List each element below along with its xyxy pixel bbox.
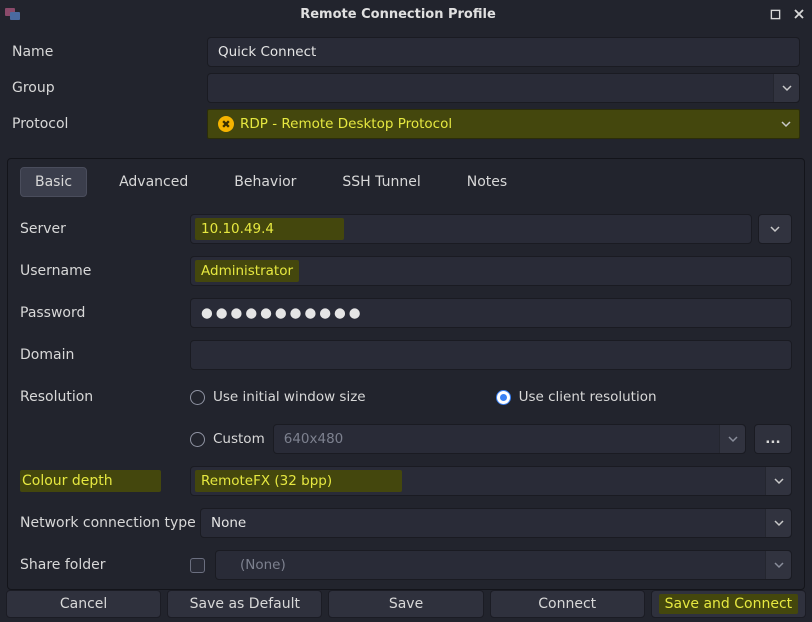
save-button[interactable]: Save bbox=[328, 590, 483, 618]
chevron-down-icon bbox=[765, 509, 791, 537]
share-folder-checkbox[interactable] bbox=[190, 558, 205, 573]
resolution-radio-initial[interactable]: Use initial window size bbox=[190, 389, 366, 405]
colour-depth-value: RemoteFX (32 bpp) bbox=[195, 470, 402, 492]
name-label: Name bbox=[12, 44, 207, 60]
maximize-button[interactable] bbox=[768, 7, 782, 21]
chevron-down-icon bbox=[765, 467, 791, 495]
domain-label: Domain bbox=[20, 347, 190, 363]
chevron-down-icon bbox=[719, 425, 745, 453]
close-button[interactable] bbox=[792, 7, 806, 21]
name-value: Quick Connect bbox=[218, 44, 316, 60]
cancel-button[interactable]: Cancel bbox=[6, 590, 161, 618]
share-folder-label: Share folder bbox=[20, 557, 190, 573]
action-bar: Cancel Save as Default Save Connect Save… bbox=[0, 590, 812, 622]
resolution-custom-select[interactable]: 640x480 bbox=[273, 424, 746, 454]
save-and-connect-button[interactable]: Save and Connect bbox=[651, 590, 806, 618]
titlebar: Remote Connection Profile bbox=[0, 0, 812, 28]
colour-depth-select[interactable]: RemoteFX (32 bpp) bbox=[190, 466, 792, 496]
connect-button[interactable]: Connect bbox=[490, 590, 645, 618]
network-type-label: Network connection type bbox=[20, 515, 200, 531]
share-folder-value: (None) bbox=[226, 557, 286, 573]
top-fields: Name Quick Connect Group Protocol ✖ RDP … bbox=[0, 28, 812, 148]
name-input[interactable]: Quick Connect bbox=[207, 37, 800, 67]
username-value: Administrator bbox=[195, 260, 299, 282]
username-label: Username bbox=[20, 263, 190, 279]
resolution-initial-text: Use initial window size bbox=[213, 389, 366, 405]
radio-icon bbox=[190, 390, 205, 405]
group-select[interactable] bbox=[207, 73, 800, 103]
radio-icon bbox=[190, 432, 205, 447]
basic-tab-body: Server 10.10.49.4 Username Administrator… bbox=[8, 201, 804, 587]
network-type-select[interactable]: None bbox=[200, 508, 792, 538]
username-input[interactable]: Administrator bbox=[190, 256, 792, 286]
share-folder-select[interactable]: (None) bbox=[215, 550, 792, 580]
password-input[interactable]: ●●●●●●●●●●● bbox=[190, 298, 792, 328]
tab-behavior[interactable]: Behavior bbox=[220, 168, 310, 196]
protocol-select[interactable]: ✖ RDP - Remote Desktop Protocol bbox=[207, 109, 800, 139]
tab-notes[interactable]: Notes bbox=[453, 168, 521, 196]
save-default-button[interactable]: Save as Default bbox=[167, 590, 322, 618]
network-type-value: None bbox=[211, 515, 246, 531]
password-label: Password bbox=[20, 305, 190, 321]
chevron-down-icon bbox=[765, 551, 791, 579]
server-history-dropdown[interactable] bbox=[758, 214, 792, 244]
domain-input[interactable] bbox=[190, 340, 792, 370]
settings-panel: Basic Advanced Behavior SSH Tunnel Notes… bbox=[7, 158, 805, 590]
tabs: Basic Advanced Behavior SSH Tunnel Notes bbox=[8, 159, 804, 201]
tab-basic[interactable]: Basic bbox=[20, 167, 87, 197]
protocol-value: RDP - Remote Desktop Protocol bbox=[240, 116, 452, 132]
group-label: Group bbox=[12, 80, 207, 96]
resolution-radio-client[interactable]: Use client resolution bbox=[496, 389, 657, 405]
radio-icon bbox=[496, 390, 511, 405]
protocol-label: Protocol bbox=[12, 116, 207, 132]
window-title: Remote Connection Profile bbox=[28, 7, 768, 22]
chevron-down-icon bbox=[773, 110, 799, 138]
resolution-client-text: Use client resolution bbox=[519, 389, 657, 405]
app-icon bbox=[4, 5, 22, 23]
server-input[interactable]: 10.10.49.4 bbox=[190, 214, 752, 244]
server-label: Server bbox=[20, 221, 190, 237]
tab-advanced[interactable]: Advanced bbox=[105, 168, 202, 196]
resolution-radio-custom[interactable]: Custom bbox=[190, 431, 265, 447]
chevron-down-icon bbox=[773, 74, 799, 102]
password-value: ●●●●●●●●●●● bbox=[201, 305, 364, 321]
resolution-custom-text: Custom bbox=[213, 431, 265, 447]
colour-depth-label: Colour depth bbox=[20, 473, 190, 489]
tab-ssh-tunnel[interactable]: SSH Tunnel bbox=[328, 168, 434, 196]
resolution-custom-value: 640x480 bbox=[284, 431, 344, 447]
resolution-options-button[interactable]: ... bbox=[754, 424, 792, 454]
protocol-icon: ✖ bbox=[218, 116, 234, 132]
resolution-label: Resolution bbox=[20, 389, 190, 405]
server-value: 10.10.49.4 bbox=[195, 218, 344, 240]
